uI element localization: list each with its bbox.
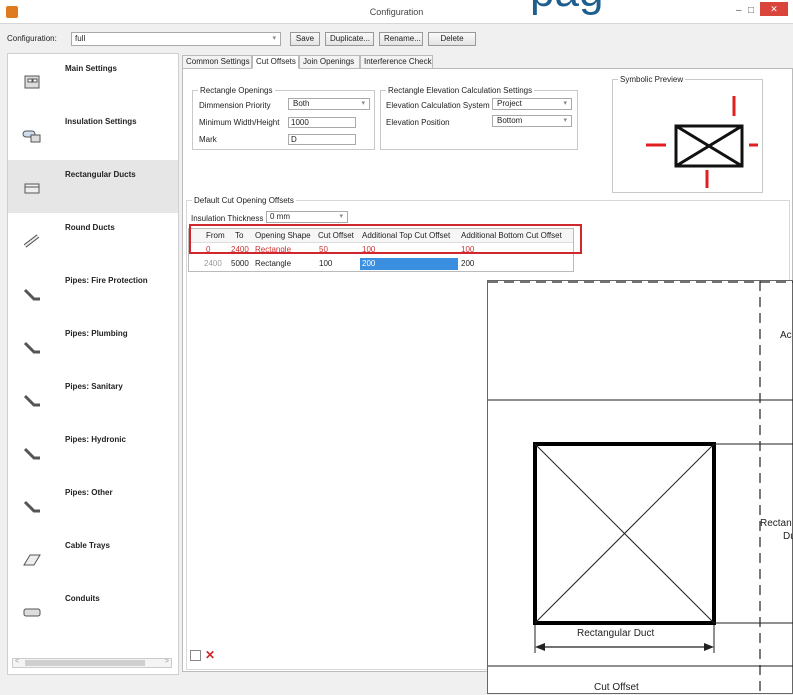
sidebar-item-label: Round Ducts bbox=[65, 223, 115, 232]
sidebar-item-label: Rectangular Ducts bbox=[65, 170, 136, 179]
insulation-thickness-select[interactable]: 0 mm ▾ bbox=[266, 211, 348, 223]
pipe-icon bbox=[23, 500, 40, 513]
sidebar-item-pipes-fire-protection[interactable]: Pipes: Fire Protection bbox=[8, 266, 178, 319]
cell-to[interactable]: 5000 bbox=[229, 258, 251, 270]
tab-interference-check[interactable]: Interference Check bbox=[360, 55, 433, 69]
cell-bottom-offset[interactable]: 200 bbox=[459, 258, 476, 270]
cut-offset-label: Cut Offset bbox=[594, 682, 639, 693]
mark-label: Mark bbox=[199, 135, 217, 144]
elevation-system-value: Project bbox=[497, 99, 522, 108]
sidebar-item-label: Pipes: Hydronic bbox=[65, 435, 126, 444]
dim-priority-label: Dimmension Priority bbox=[199, 101, 271, 110]
chevron-down-icon: ▾ bbox=[339, 213, 343, 220]
insulation-thickness-label: Insulation Thickness bbox=[191, 214, 264, 223]
elevation-position-select[interactable]: Bottom ▾ bbox=[492, 115, 572, 127]
dim-priority-select[interactable]: Both ▾ bbox=[288, 98, 370, 110]
cell-from[interactable]: 2400 bbox=[202, 258, 224, 270]
diagram-label-rect: Rectan bbox=[760, 518, 792, 529]
chevron-down-icon: ▾ bbox=[563, 117, 567, 124]
config-value: full bbox=[75, 34, 86, 43]
elevation-position-value: Bottom bbox=[497, 116, 523, 125]
preview-drawing bbox=[646, 96, 758, 188]
cell-top-offset[interactable]: 200 bbox=[360, 258, 458, 270]
delete-button[interactable]: Delete bbox=[428, 32, 476, 46]
diagram-label-a: Ac bbox=[780, 330, 792, 341]
symbolic-preview-group: Symbolic Preview bbox=[612, 75, 763, 193]
rename-button[interactable]: Rename... bbox=[379, 32, 423, 46]
sidebar-item-cable-trays[interactable]: Cable Trays bbox=[8, 531, 178, 584]
elevation-system-label: Elevation Calculation System bbox=[386, 101, 490, 110]
sidebar-item-pipes-plumbing[interactable]: Pipes: Plumbing bbox=[8, 319, 178, 372]
mark-field[interactable]: D bbox=[288, 134, 356, 145]
pipe-icon bbox=[23, 288, 40, 301]
duplicate-button[interactable]: Duplicate... bbox=[325, 32, 374, 46]
sidebar-scrollbar[interactable]: < > bbox=[12, 658, 172, 668]
sidebar-item-insulation-settings[interactable]: Insulation Settings bbox=[8, 107, 178, 160]
sidebar-item-conduits[interactable]: Conduits bbox=[8, 584, 178, 637]
min-wh-label: Minimum Width/Height bbox=[199, 118, 280, 127]
sidebar-item-label: Insulation Settings bbox=[65, 117, 137, 126]
chevron-down-icon: ▾ bbox=[563, 100, 567, 107]
tab-cut-offsets[interactable]: Cut Offsets bbox=[252, 55, 299, 69]
pipe-icon bbox=[23, 341, 40, 354]
sidebar-item-label: Pipes: Sanitary bbox=[65, 382, 123, 391]
sidebar-item-label: Pipes: Fire Protection bbox=[65, 276, 148, 285]
sidebar-item-label: Conduits bbox=[65, 594, 100, 603]
config-label: Configuration: bbox=[7, 34, 57, 43]
insulation-icon bbox=[22, 130, 41, 143]
config-select[interactable]: full ▾ bbox=[71, 32, 281, 46]
scroll-right-icon[interactable]: > bbox=[165, 658, 169, 665]
add-row-button[interactable] bbox=[190, 650, 201, 661]
sidebar-item-round-ducts[interactable]: Round Ducts bbox=[8, 213, 178, 266]
pipe-icon bbox=[23, 394, 40, 407]
main-settings-icon bbox=[24, 75, 40, 89]
dim-priority-value: Both bbox=[293, 99, 310, 108]
save-button[interactable]: Save bbox=[290, 32, 320, 46]
sidebar-item-pipes-sanitary[interactable]: Pipes: Sanitary bbox=[8, 372, 178, 425]
tab-join-openings[interactable]: Join Openings bbox=[299, 55, 360, 69]
cell-shape[interactable]: Rectangle bbox=[253, 258, 293, 270]
insulation-thickness-value: 0 mm bbox=[270, 212, 290, 221]
pipe-icon bbox=[23, 447, 40, 460]
chevron-down-icon: ▾ bbox=[272, 35, 276, 42]
rect-duct-icon bbox=[24, 183, 40, 194]
duct-width-label: Rectangular Duct bbox=[577, 628, 655, 639]
maximize-button[interactable]: □ bbox=[748, 5, 754, 16]
tab-common-settings[interactable]: Common Settings bbox=[182, 55, 252, 69]
cable-tray-icon bbox=[23, 554, 41, 566]
remove-row-button[interactable]: ✕ bbox=[205, 648, 215, 662]
cell-cut-offset[interactable]: 100 bbox=[317, 258, 334, 270]
scroll-left-icon[interactable]: < bbox=[15, 658, 19, 665]
sidebar-item-pipes-hydronic[interactable]: Pipes: Hydronic bbox=[8, 425, 178, 478]
scrollbar-thumb[interactable] bbox=[25, 660, 145, 666]
close-button[interactable]: ✕ bbox=[760, 2, 788, 16]
round-duct-icon bbox=[23, 234, 40, 248]
sidebar-item-label: Cable Trays bbox=[65, 541, 110, 550]
sidebar-item-rectangular-ducts[interactable]: Rectangular Ducts bbox=[8, 160, 178, 213]
group-legend: Rectangle Openings bbox=[198, 86, 275, 95]
chevron-down-icon: ▾ bbox=[361, 100, 365, 107]
elevation-position-label: Elevation Position bbox=[386, 118, 450, 127]
highlight-box bbox=[189, 224, 582, 254]
group-legend: Default Cut Opening Offsets bbox=[192, 196, 296, 205]
sidebar-item-label: Pipes: Plumbing bbox=[65, 329, 128, 338]
sidebar: Main Settings Insulation Settings Rectan… bbox=[7, 53, 179, 675]
cut-offset-diagram: Ac Rectan Du Rectangular Duct Cut Offset bbox=[487, 280, 793, 695]
window-title: Configuration bbox=[369, 7, 424, 17]
group-legend: Symbolic Preview bbox=[618, 75, 686, 84]
conduit-icon bbox=[23, 608, 41, 617]
sidebar-item-pipes-other[interactable]: Pipes: Other bbox=[8, 478, 178, 531]
elevation-system-select[interactable]: Project ▾ bbox=[492, 98, 572, 110]
sidebar-item-label: Main Settings bbox=[65, 64, 118, 73]
group-legend: Rectangle Elevation Calculation Settings bbox=[386, 86, 535, 95]
table-row[interactable]: 2400 5000 Rectangle 100 200 200 bbox=[189, 258, 573, 271]
diagram-label-du: Du bbox=[783, 531, 793, 542]
sidebar-item-main-settings[interactable]: Main Settings bbox=[8, 54, 178, 107]
minimize-button[interactable]: – bbox=[736, 5, 742, 16]
min-wh-field[interactable]: 1000 bbox=[288, 117, 356, 128]
sidebar-item-label: Pipes: Other bbox=[65, 488, 113, 497]
